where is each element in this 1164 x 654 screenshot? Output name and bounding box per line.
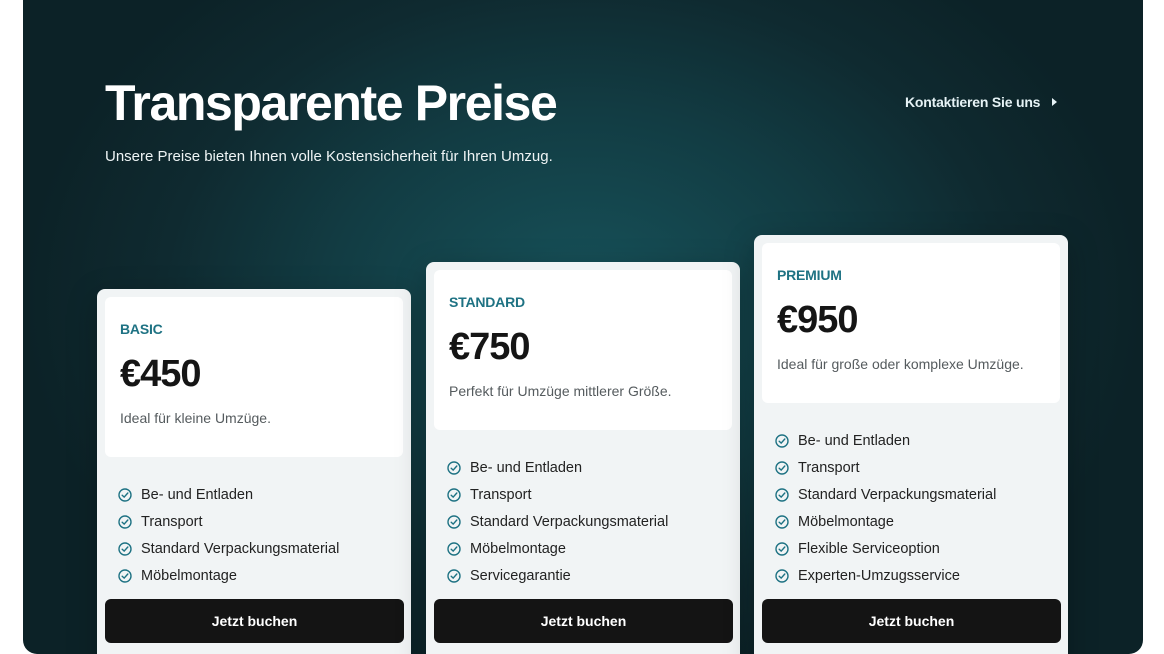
feature-item: Be- und Entladen — [118, 481, 390, 508]
plan-price: €750 — [449, 326, 531, 368]
feature-list: Be- und Entladen Transport Standard Verp… — [105, 457, 403, 589]
feature-label: Möbelmontage — [141, 567, 237, 584]
pricing-card-premium: PREMIUM €950 Ideal für große oder komple… — [754, 235, 1068, 654]
feature-item: Experten-Umzugsservice — [775, 562, 1047, 589]
page-title: Transparente Preise — [105, 75, 558, 131]
card-header: STANDARD €750 Perfekt für Umzüge mittler… — [434, 270, 732, 430]
feature-item: Möbelmontage — [118, 562, 390, 589]
feature-label: Standard Verpackungsmaterial — [798, 486, 997, 503]
feature-list: Be- und Entladen Transport Standard Verp… — [434, 430, 732, 589]
check-circle-icon — [447, 541, 461, 556]
check-circle-icon — [775, 487, 789, 502]
contact-link[interactable]: Kontaktieren Sie uns — [905, 94, 1060, 110]
plan-description: Ideal für kleine Umzüge. — [120, 410, 271, 426]
feature-item: Transport — [447, 481, 719, 508]
check-circle-icon — [775, 568, 789, 583]
feature-label: Transport — [470, 486, 532, 503]
feature-label: Standard Verpackungsmaterial — [141, 540, 340, 557]
feature-label: Be- und Entladen — [141, 486, 254, 503]
feature-item: Be- und Entladen — [775, 427, 1047, 454]
check-circle-icon — [447, 460, 461, 475]
contact-link-label: Kontaktieren Sie uns — [905, 94, 1041, 110]
feature-label: Servicegarantie — [470, 567, 571, 584]
pricing-section: Transparente Preise Unsere Preise bieten… — [23, 0, 1143, 654]
feature-item: Servicegarantie — [447, 562, 719, 589]
check-circle-icon — [118, 487, 132, 502]
feature-item: Standard Verpackungsmaterial — [447, 508, 719, 535]
check-circle-icon — [118, 514, 132, 529]
check-circle-icon — [447, 568, 461, 583]
feature-label: Be- und Entladen — [798, 432, 911, 449]
feature-label: Standard Verpackungsmaterial — [470, 513, 669, 530]
feature-label: Experten-Umzugsservice — [798, 567, 960, 584]
plan-tier: STANDARD — [449, 294, 525, 310]
book-now-button[interactable]: Jetzt buchen — [105, 599, 404, 643]
page-subtitle: Unsere Preise bieten Ihnen volle Kostens… — [105, 148, 553, 165]
book-now-button[interactable]: Jetzt buchen — [762, 599, 1061, 643]
feature-label: Möbelmontage — [470, 540, 566, 557]
feature-label: Transport — [141, 513, 203, 530]
feature-label: Möbelmontage — [798, 513, 894, 530]
feature-item: Standard Verpackungsmaterial — [775, 481, 1047, 508]
feature-item: Möbelmontage — [775, 508, 1047, 535]
check-circle-icon — [775, 541, 789, 556]
feature-item: Transport — [118, 508, 390, 535]
check-circle-icon — [447, 514, 461, 529]
check-circle-icon — [118, 568, 132, 583]
feature-item: Flexible Serviceoption — [775, 535, 1047, 562]
check-circle-icon — [775, 514, 789, 529]
plan-price: €450 — [120, 353, 202, 395]
plan-price: €950 — [777, 299, 859, 341]
feature-label: Transport — [798, 459, 860, 476]
feature-item: Be- und Entladen — [447, 454, 719, 481]
feature-item: Standard Verpackungsmaterial — [118, 535, 390, 562]
plan-description: Perfekt für Umzüge mittlerer Größe. — [449, 383, 672, 399]
feature-list: Be- und Entladen Transport Standard Verp… — [762, 403, 1060, 589]
plan-tier: PREMIUM — [777, 267, 842, 283]
plan-description: Ideal für große oder komplexe Umzüge. — [777, 356, 1024, 372]
feature-label: Flexible Serviceoption — [798, 540, 940, 557]
check-circle-icon — [775, 433, 789, 448]
feature-item: Möbelmontage — [447, 535, 719, 562]
check-circle-icon — [447, 487, 461, 502]
pricing-card-standard: STANDARD €750 Perfekt für Umzüge mittler… — [426, 262, 740, 654]
feature-item: Transport — [775, 454, 1047, 481]
book-now-button[interactable]: Jetzt buchen — [434, 599, 733, 643]
feature-label: Be- und Entladen — [470, 459, 583, 476]
card-header: BASIC €450 Ideal für kleine Umzüge. — [105, 297, 403, 457]
pricing-card-basic: BASIC €450 Ideal für kleine Umzüge. Be- … — [97, 289, 411, 654]
check-circle-icon — [118, 541, 132, 556]
plan-tier: BASIC — [120, 321, 163, 337]
caret-right-icon — [1052, 98, 1058, 106]
check-circle-icon — [775, 460, 789, 475]
card-header: PREMIUM €950 Ideal für große oder komple… — [762, 243, 1060, 403]
